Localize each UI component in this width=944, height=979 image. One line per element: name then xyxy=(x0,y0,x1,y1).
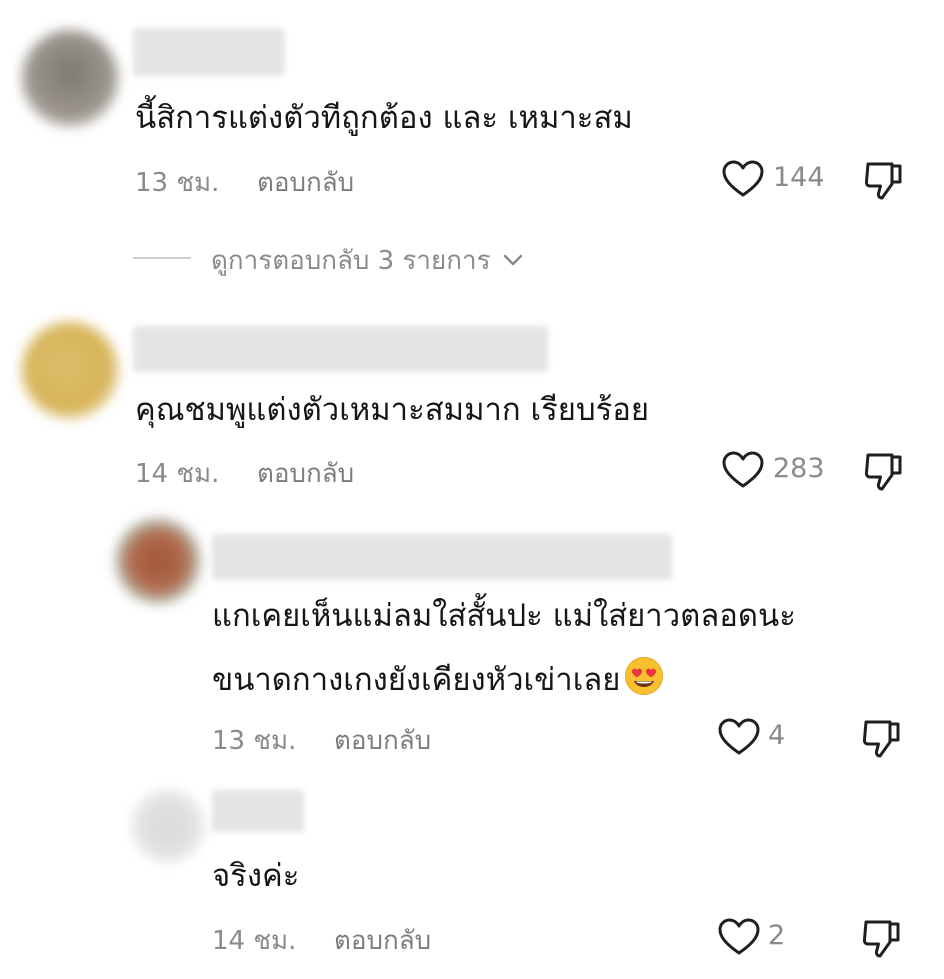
comment-time: 14 ชม. xyxy=(135,459,220,489)
like-count: 4 xyxy=(768,720,786,751)
view-replies-button[interactable]: ดูการตอบกลับ 3 รายการ xyxy=(211,240,523,281)
username[interactable] xyxy=(212,534,672,580)
reply-button[interactable]: ตอบกลับ xyxy=(257,162,354,203)
avatar[interactable] xyxy=(22,322,118,418)
username[interactable] xyxy=(133,326,548,372)
thumbs-down-icon[interactable] xyxy=(860,916,904,960)
replies-divider xyxy=(133,257,191,259)
heart-outline-icon[interactable] xyxy=(722,451,764,489)
comment-text: นี้สิการแต่งตัวทีถูกต้อง และ เหมาะสม xyxy=(135,100,633,136)
comment-time: 13 ชม. xyxy=(135,168,220,198)
comment-text: คุณชมพูแต่งตัวเหมาะสมมาก เรียบร้อย xyxy=(135,392,650,428)
like-count: 2 xyxy=(768,920,786,951)
heart-outline-icon[interactable] xyxy=(722,160,764,198)
comment-text: แกเคยเห็นแม่ลมใส่สั้นปะ แม่ใส่ยาวตลอดนะ xyxy=(212,598,796,634)
like-count: 144 xyxy=(773,162,825,193)
thumbs-down-icon[interactable] xyxy=(862,158,906,202)
heart-outline-icon[interactable] xyxy=(718,918,760,956)
view-replies-label: ดูการตอบกลับ 3 รายการ xyxy=(211,246,491,276)
like-count: 283 xyxy=(773,453,825,484)
comment-time: 14 ชม. xyxy=(212,926,297,956)
avatar[interactable] xyxy=(132,790,204,862)
comment-text-line2: ขนาดกางเกงยังเคียงหัวเข่าเลย xyxy=(212,656,664,700)
heart-eyes-emoji xyxy=(624,656,664,696)
reply-button[interactable]: ตอบกลับ xyxy=(334,720,431,761)
chevron-down-icon xyxy=(503,253,523,267)
thumbs-down-icon[interactable] xyxy=(862,449,906,493)
username[interactable] xyxy=(133,28,285,76)
thumbs-down-icon[interactable] xyxy=(860,716,904,760)
username[interactable] xyxy=(212,790,304,832)
comment-text: จริงค่ะ xyxy=(212,858,300,894)
comment-time: 13 ชม. xyxy=(212,726,297,756)
comment-text-line2-label: ขนาดกางเกงยังเคียงหัวเข่าเลย xyxy=(212,662,621,698)
heart-outline-icon[interactable] xyxy=(718,718,760,756)
reply-button[interactable]: ตอบกลับ xyxy=(257,453,354,494)
reply-button[interactable]: ตอบกลับ xyxy=(334,920,431,961)
avatar[interactable] xyxy=(22,30,118,126)
avatar[interactable] xyxy=(115,518,201,604)
